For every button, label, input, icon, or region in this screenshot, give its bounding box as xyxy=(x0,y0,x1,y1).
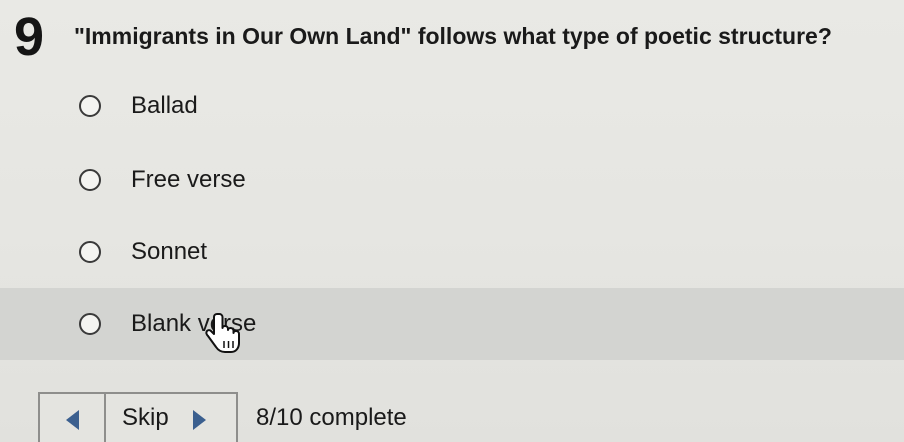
answer-option-blank-verse[interactable]: Blank verse xyxy=(0,288,904,360)
radio-button[interactable] xyxy=(79,95,101,117)
question-number: 9 xyxy=(14,7,45,67)
answer-option-ballad[interactable]: Ballad xyxy=(0,70,904,142)
option-label: Sonnet xyxy=(131,238,208,265)
option-label: Ballad xyxy=(131,92,198,119)
progress-text: 8/10 complete xyxy=(256,404,407,431)
triangle-right-icon[interactable] xyxy=(192,410,206,430)
radio-button[interactable] xyxy=(79,241,101,263)
question-text: "Immigrants in Our Own Land" follows wha… xyxy=(74,23,832,49)
hand-pointer-cursor-icon xyxy=(205,313,240,353)
answer-option-free-verse[interactable]: Free verse xyxy=(0,144,904,216)
option-label: Free verse xyxy=(131,166,246,193)
radio-button[interactable] xyxy=(79,313,101,335)
answer-option-sonnet[interactable]: Sonnet xyxy=(0,216,904,288)
radio-button[interactable] xyxy=(79,169,101,191)
nav-divider xyxy=(104,392,106,442)
triangle-left-icon[interactable] xyxy=(66,410,80,430)
skip-label[interactable]: Skip xyxy=(122,404,169,432)
